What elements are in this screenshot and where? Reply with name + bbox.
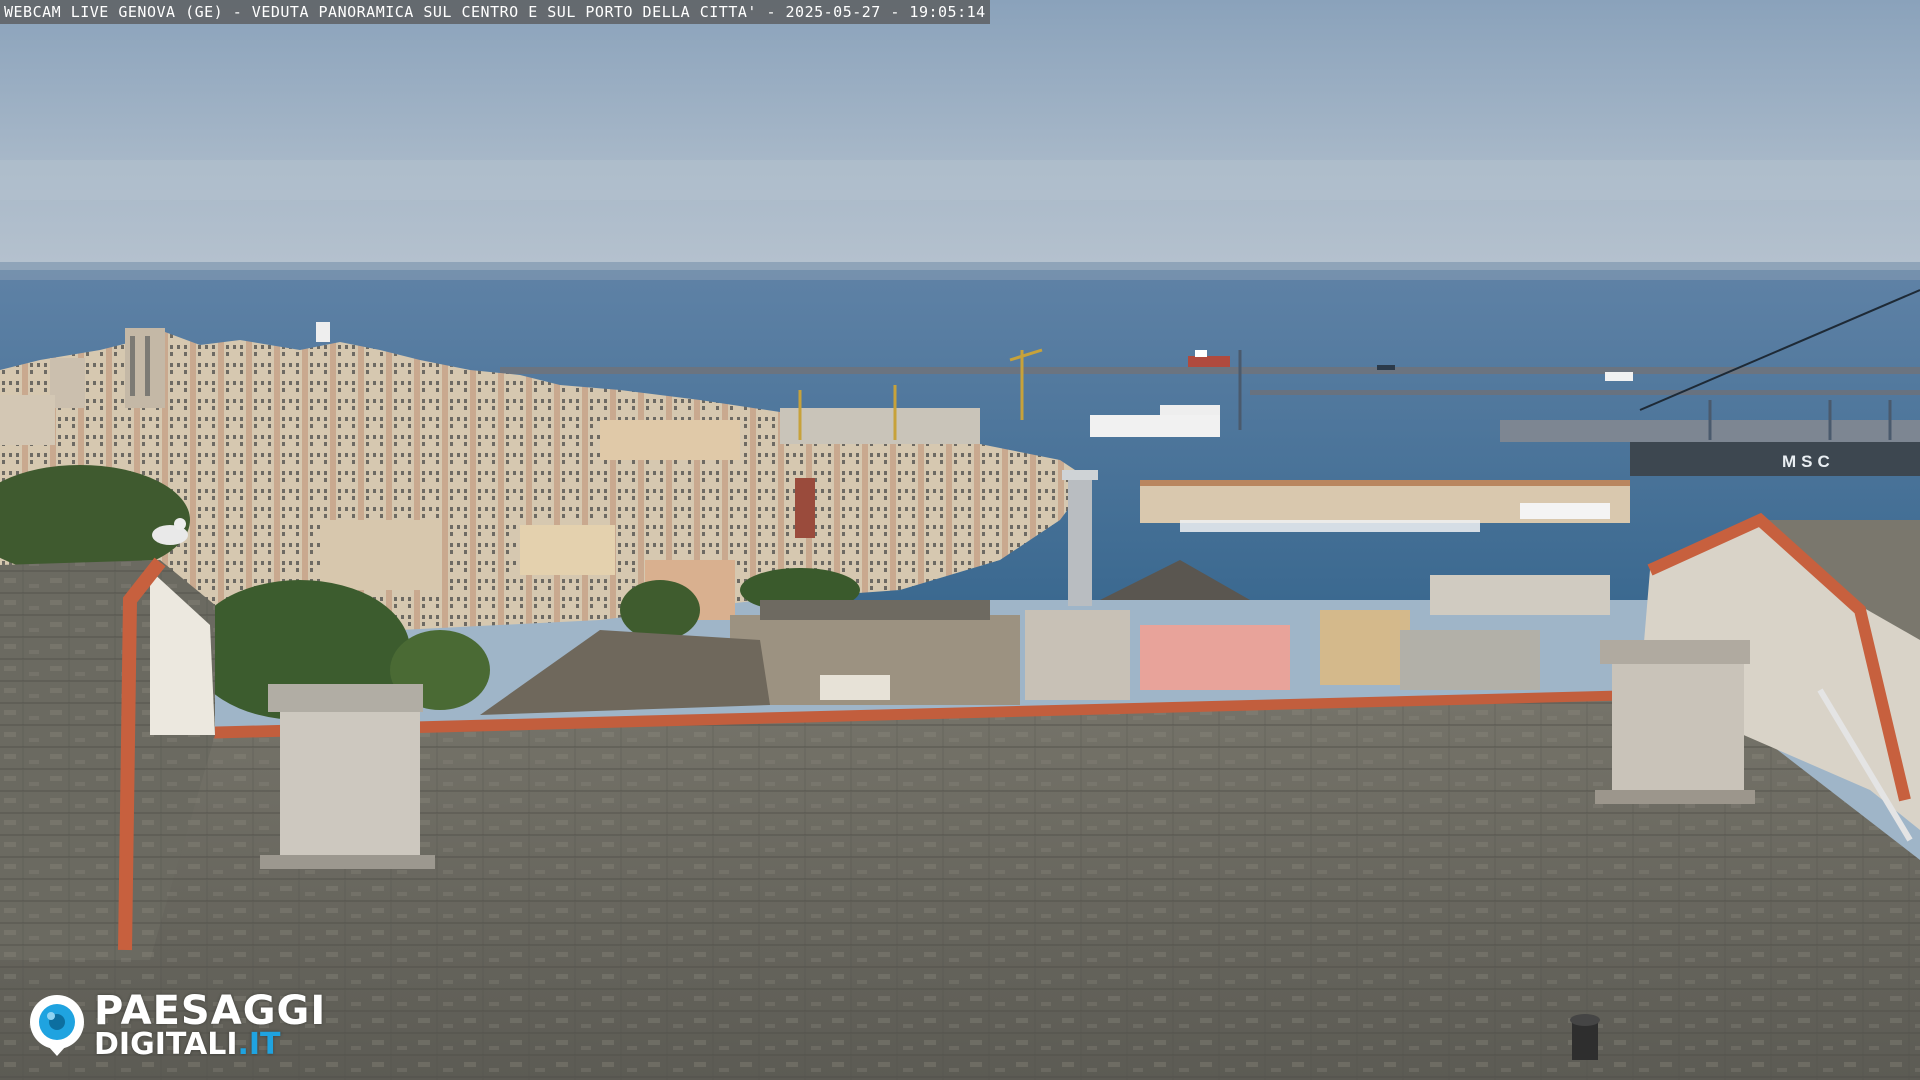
logo-text-digitali-main: DIGITALI	[94, 1027, 238, 1062]
webcam-scene	[0, 0, 1920, 1080]
chimney-right	[1612, 660, 1744, 795]
logo-text-digitali: DIGITALI.IT	[94, 1028, 281, 1062]
logo-text-paesaggi: PAESAGGI	[94, 988, 327, 1034]
webcam-caption: WEBCAM LIVE GENOVA (GE) - VEDUTA PANORAM…	[0, 0, 990, 24]
logo-text-tld: .IT	[237, 1027, 281, 1062]
breakwater	[500, 367, 1920, 374]
cargo-ship	[1630, 440, 1920, 476]
chimney-pipe	[1068, 476, 1092, 606]
camera-lens-icon	[30, 995, 84, 1056]
sky	[0, 0, 1920, 285]
ship-marking: MSC	[1782, 452, 1835, 471]
chimney-left	[280, 705, 420, 865]
paesaggi-digitali-logo: PAESAGGI DIGITALI.IT	[26, 990, 336, 1062]
